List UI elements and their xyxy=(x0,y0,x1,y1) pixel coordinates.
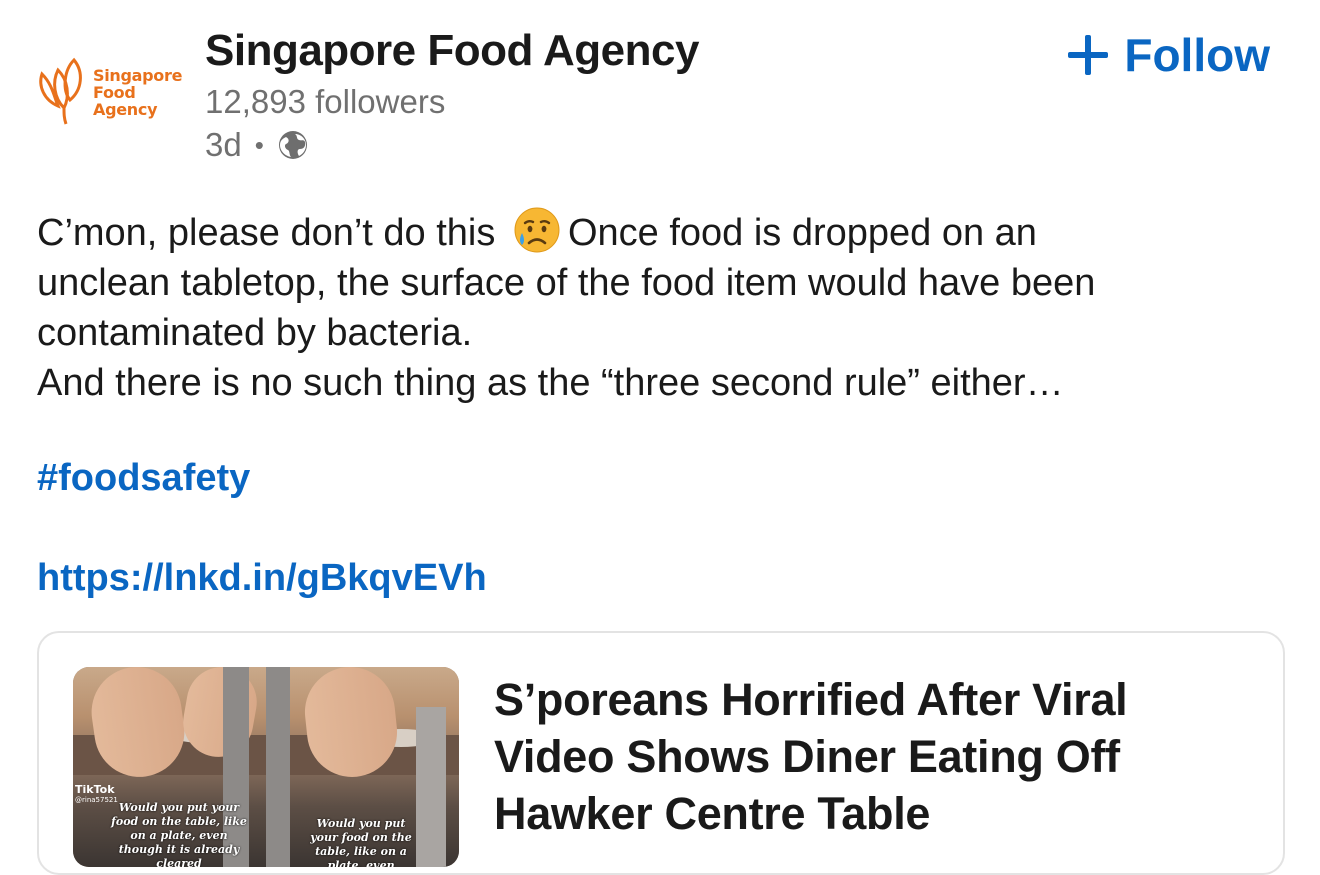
post-line-3: contaminated by bacteria. xyxy=(37,312,473,354)
hashtag-link[interactable]: #foodsafety xyxy=(37,457,250,500)
thumbnail-caption-left: Would you put your food on the table, li… xyxy=(111,801,247,867)
thumbnail-frame-left: TikTok @rina57521 Would you put your foo… xyxy=(73,667,266,867)
post-line-4: And there is no such thing as the “three… xyxy=(37,362,1064,404)
logo-wordmark: Singapore Food Agency xyxy=(93,66,183,119)
follow-button[interactable]: Follow xyxy=(1068,28,1270,82)
leaf-logo-icon xyxy=(39,57,82,125)
article-link[interactable]: https://lnkd.in/gBkqvEVh xyxy=(37,557,487,600)
post-line-2: unclean tabletop, the surface of the foo… xyxy=(37,262,1096,304)
org-logo[interactable]: Singapore Food Agency xyxy=(34,56,184,126)
link-preview-card[interactable]: TikTok @rina57521 Would you put your foo… xyxy=(37,631,1285,875)
post-meta: 3d • xyxy=(205,126,309,164)
globe-icon xyxy=(278,131,307,159)
post-time: 3d xyxy=(205,126,242,163)
follower-count: 12,893 followers xyxy=(205,83,446,120)
post-body: C’mon, please don’t do this Once food is… xyxy=(37,205,1287,408)
article-title[interactable]: S’poreans Horrified After Viral Video Sh… xyxy=(494,671,1254,842)
sad-face-emoji-icon xyxy=(514,207,560,253)
thumbnail-frame-right: Would you put your food on the table, li… xyxy=(266,667,459,867)
thumbnail-caption-right: Would you put your food on the table, li… xyxy=(310,817,412,867)
org-name[interactable]: Singapore Food Agency xyxy=(205,26,699,76)
tiktok-logo: TikTok xyxy=(75,783,115,796)
article-thumbnail: TikTok @rina57521 Would you put your foo… xyxy=(73,667,459,867)
plus-icon xyxy=(1068,35,1109,75)
follow-label: Follow xyxy=(1124,29,1270,81)
separator-dot: • xyxy=(254,129,264,160)
post-line-1: C’mon, please don’t do this Once food is… xyxy=(37,205,1287,258)
